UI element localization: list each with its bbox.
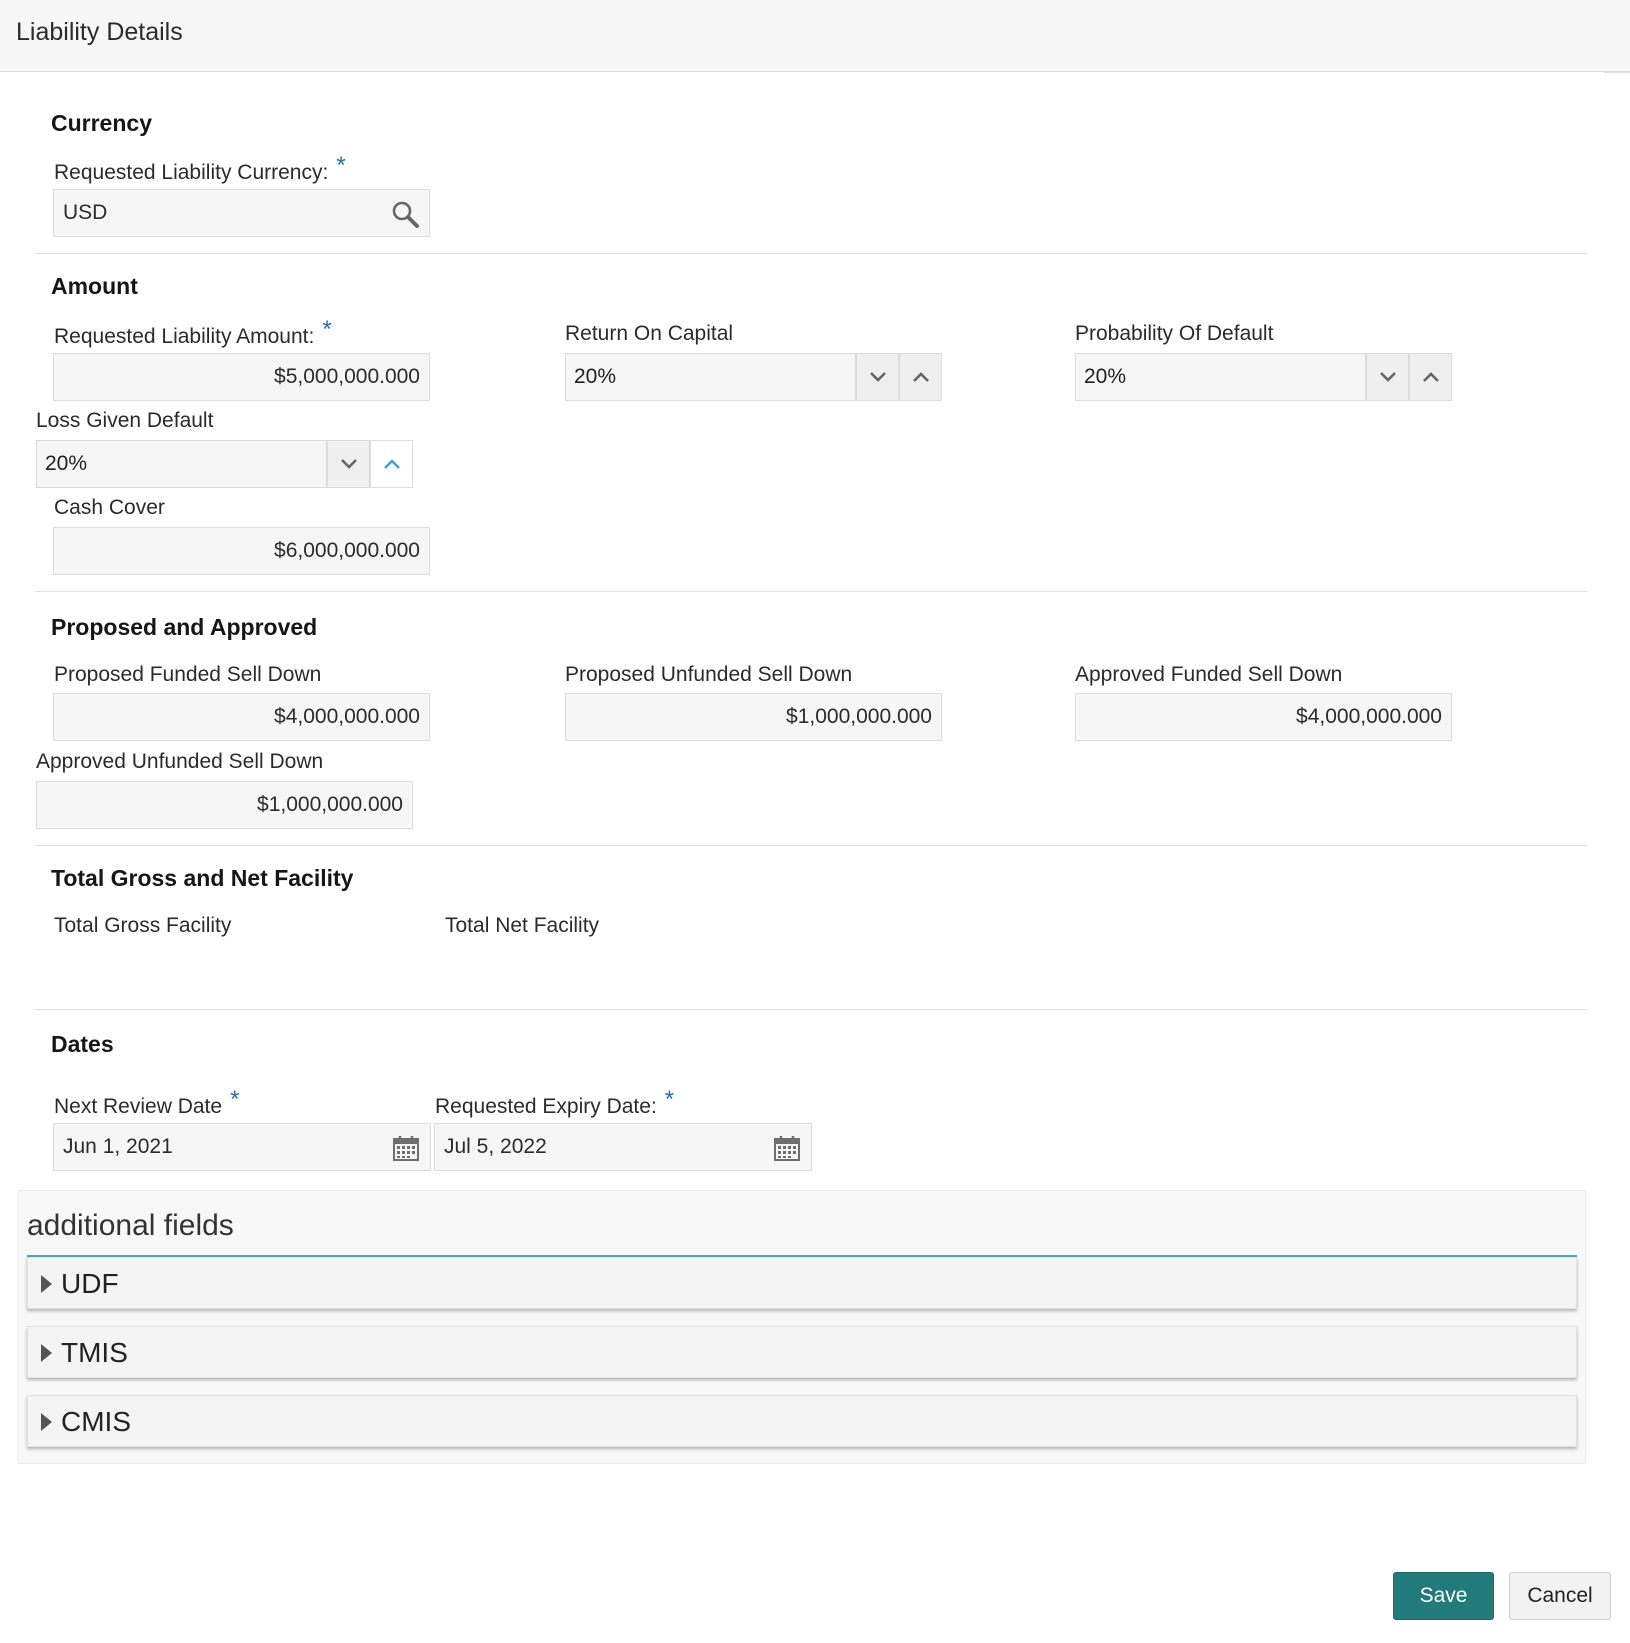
next-review-date-label: Next Review Date * [54, 1086, 240, 1118]
caret-right-icon [41, 1413, 52, 1431]
loss-given-default-input[interactable]: 20% [36, 440, 327, 488]
increment-button[interactable] [899, 353, 942, 401]
section-divider [35, 253, 1587, 254]
caret-right-icon [41, 1275, 52, 1293]
decrement-button[interactable] [1366, 353, 1409, 401]
chevron-up-icon [1422, 372, 1439, 382]
approved-unfunded-label: Approved Unfunded Sell Down [36, 750, 324, 773]
return-on-capital-label: Return On Capital [565, 322, 734, 345]
section-title-dates: Dates [51, 1031, 114, 1057]
proposed-funded-input[interactable]: $4,000,000.000 [53, 693, 430, 741]
cash-cover-label: Cash Cover [54, 496, 165, 519]
scrollbar-track[interactable] [1604, 72, 1630, 76]
requested-expiry-date-input[interactable]: Jul 5, 2022 [434, 1123, 812, 1171]
return-on-capital-input[interactable]: 20% [565, 353, 856, 401]
requested-currency-label: Requested Liability Currency: * [54, 152, 346, 184]
section-divider [35, 1009, 1587, 1010]
accordion-label: UDF [61, 1268, 119, 1299]
required-marker: * [322, 316, 332, 343]
proposed-unfunded-label: Proposed Unfunded Sell Down [565, 663, 853, 686]
section-divider [35, 591, 1587, 592]
chevron-down-icon [1379, 372, 1396, 382]
calendar-icon[interactable] [771, 1132, 803, 1164]
required-marker: * [230, 1086, 240, 1113]
accordion-label: TMIS [61, 1337, 128, 1368]
page-title: Liability Details [16, 18, 183, 46]
approved-funded-input[interactable]: $4,000,000.000 [1075, 693, 1452, 741]
probability-of-default-input[interactable]: 20% [1075, 353, 1366, 401]
loss-given-default-label: Loss Given Default [36, 409, 214, 432]
accordion-udf[interactable]: UDF [27, 1257, 1577, 1309]
chevron-down-icon [869, 372, 886, 382]
search-icon[interactable] [389, 198, 421, 230]
chevron-up-icon [912, 372, 929, 382]
section-divider [35, 845, 1587, 846]
next-review-date-input[interactable]: Jun 1, 2021 [53, 1123, 431, 1171]
total-net-facility-label: Total Net Facility [445, 914, 600, 937]
required-marker: * [336, 152, 346, 179]
section-title-totals: Total Gross and Net Facility [51, 865, 354, 891]
loss-given-default-stepper[interactable]: 20% [36, 440, 413, 488]
decrement-button[interactable] [856, 353, 899, 401]
increment-button[interactable] [370, 440, 413, 488]
return-on-capital-stepper[interactable]: 20% [565, 353, 942, 401]
decrement-button[interactable] [327, 440, 370, 488]
increment-button[interactable] [1409, 353, 1452, 401]
cash-cover-input[interactable]: $6,000,000.000 [53, 527, 430, 575]
section-title-proposed-approved: Proposed and Approved [51, 614, 318, 640]
requested-currency-input[interactable]: USD [53, 189, 430, 237]
probability-of-default-label: Probability Of Default [1075, 322, 1274, 345]
total-gross-facility-label: Total Gross Facility [54, 914, 232, 937]
requested-amount-input[interactable]: $5,000,000.000 [53, 353, 430, 401]
additional-fields-panel: additional fields UDF TMIS CMIS [18, 1190, 1586, 1464]
requested-expiry-date-label: Requested Expiry Date: * [435, 1086, 675, 1118]
section-title-currency: Currency [51, 110, 152, 136]
required-marker: * [664, 1086, 675, 1113]
accordion-cmis[interactable]: CMIS [27, 1395, 1577, 1447]
dialog-header: Liability Details [0, 0, 1630, 72]
approved-unfunded-input[interactable]: $1,000,000.000 [36, 781, 413, 829]
caret-right-icon [41, 1344, 52, 1362]
additional-fields-title: additional fields [27, 1209, 234, 1242]
proposed-unfunded-input[interactable]: $1,000,000.000 [565, 693, 942, 741]
chevron-down-icon [340, 459, 357, 469]
proposed-funded-label: Proposed Funded Sell Down [54, 663, 322, 686]
section-title-amount: Amount [51, 273, 138, 299]
approved-funded-label: Approved Funded Sell Down [1075, 663, 1343, 686]
calendar-icon[interactable] [390, 1132, 422, 1164]
save-button[interactable]: Save [1393, 1572, 1494, 1620]
accordion-tmis[interactable]: TMIS [27, 1326, 1577, 1378]
probability-of-default-stepper[interactable]: 20% [1075, 353, 1452, 401]
accordion-label: CMIS [61, 1406, 131, 1437]
requested-amount-label: Requested Liability Amount: * [54, 316, 332, 348]
chevron-up-icon [383, 459, 400, 469]
cancel-button[interactable]: Cancel [1509, 1572, 1611, 1620]
